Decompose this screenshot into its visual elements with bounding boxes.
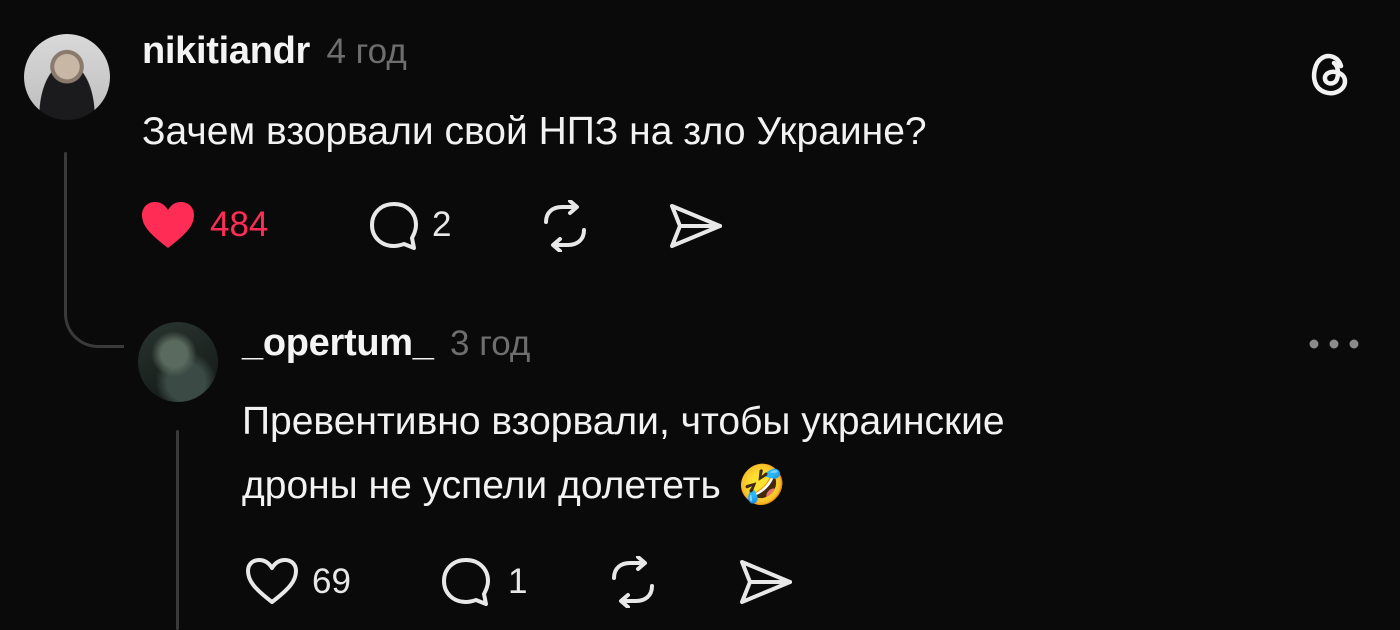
comment-icon[interactable]	[440, 556, 492, 608]
reply-text: Превентивно взорвали, чтобы украинские д…	[242, 390, 1005, 518]
reply-time: 3 год	[450, 324, 531, 363]
heart-icon[interactable]	[244, 556, 300, 606]
reply-text-line-2: дроны не успели долететь 🤣	[242, 454, 1005, 518]
reply-header: _opertum_ 3 год	[242, 322, 530, 365]
post-header: nikitiandr 4 год	[142, 30, 407, 73]
reply-count: 1	[508, 562, 528, 601]
threads-logo-icon[interactable]	[1304, 46, 1358, 100]
repost-icon[interactable]	[606, 556, 660, 608]
post-text: Зачем взорвали свой НПЗ на зло Украине?	[142, 110, 927, 153]
thread-connector-curve	[64, 290, 124, 348]
reply-text-line-1: Превентивно взорвали, чтобы украинские	[242, 400, 1005, 443]
share-icon[interactable]	[668, 202, 724, 250]
reply-count: 2	[432, 205, 452, 244]
thread-connector-reply	[176, 430, 179, 630]
comment-icon[interactable]	[368, 200, 420, 252]
more-icon[interactable]	[1306, 332, 1362, 356]
avatar-opertum[interactable]	[138, 322, 218, 402]
reply-text-line-2-text: дроны не успели долететь	[242, 464, 721, 507]
like-count: 484	[210, 205, 269, 244]
share-icon[interactable]	[738, 558, 794, 606]
post-time: 4 год	[326, 32, 407, 71]
username[interactable]: _opertum_	[242, 322, 434, 364]
rofl-emoji: 🤣	[737, 464, 787, 507]
avatar-nikitiandr[interactable]	[24, 34, 110, 120]
repost-icon[interactable]	[538, 200, 592, 252]
heart-icon[interactable]	[140, 200, 196, 250]
thread-connector	[64, 152, 67, 312]
username[interactable]: nikitiandr	[142, 30, 310, 72]
like-count: 69	[312, 562, 351, 601]
